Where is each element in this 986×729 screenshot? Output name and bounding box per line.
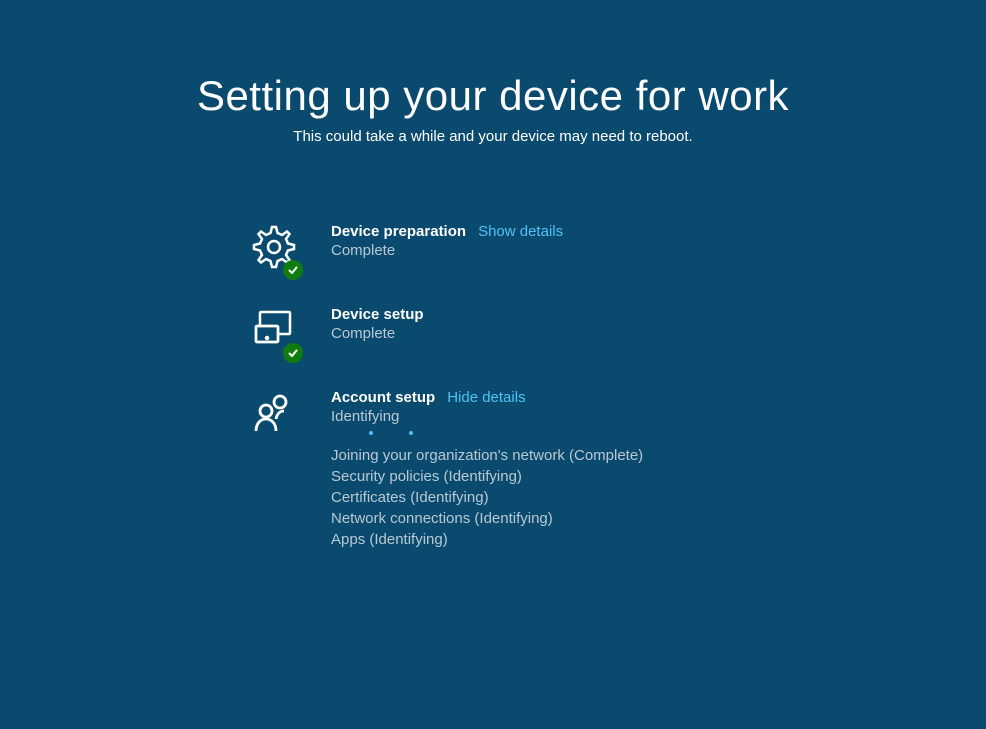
- show-details-link[interactable]: Show details: [478, 223, 563, 240]
- details-list: Joining your organization's network (Com…: [331, 447, 643, 548]
- detail-item: Apps (Identifying): [331, 531, 643, 548]
- step-status: Complete: [331, 242, 563, 259]
- step-device-preparation: Device preparation Show details Complete: [250, 223, 563, 278]
- detail-item: Joining your organization's network (Com…: [331, 447, 643, 464]
- step-title: Account setup: [331, 389, 435, 406]
- step-title: Device setup: [331, 306, 424, 323]
- hide-details-link[interactable]: Hide details: [447, 389, 525, 406]
- step-body: Account setup Hide details Identifying J…: [331, 389, 643, 548]
- step-device-setup: Device setup Complete: [250, 306, 424, 361]
- detail-item: Security policies (Identifying): [331, 468, 643, 485]
- step-header-row: Account setup Hide details: [331, 389, 643, 406]
- checkmark-badge-icon: [283, 260, 303, 280]
- step-body: Device preparation Show details Complete: [331, 223, 563, 259]
- step-account-setup: Account setup Hide details Identifying J…: [250, 389, 643, 548]
- step-header-row: Device preparation Show details: [331, 223, 563, 240]
- steps-list: Device preparation Show details Complete: [0, 223, 986, 576]
- step-status: Complete: [331, 325, 424, 342]
- devices-icon: [250, 306, 305, 361]
- page-title: Setting up your device for work: [0, 72, 986, 120]
- detail-item: Certificates (Identifying): [331, 489, 643, 506]
- setup-screen: Setting up your device for work This cou…: [0, 0, 986, 576]
- checkmark-badge-icon: [283, 343, 303, 363]
- step-body: Device setup Complete: [331, 306, 424, 342]
- progress-dot: [369, 431, 373, 435]
- step-status: Identifying: [331, 408, 643, 425]
- step-header-row: Device setup: [331, 306, 424, 323]
- step-title: Device preparation: [331, 223, 466, 240]
- progress-dot: [409, 431, 413, 435]
- progress-indicator: [331, 431, 643, 435]
- detail-item: Network connections (Identifying): [331, 510, 643, 527]
- gear-icon: [250, 223, 305, 278]
- people-icon: [250, 389, 305, 444]
- page-subtitle: This could take a while and your device …: [0, 128, 986, 145]
